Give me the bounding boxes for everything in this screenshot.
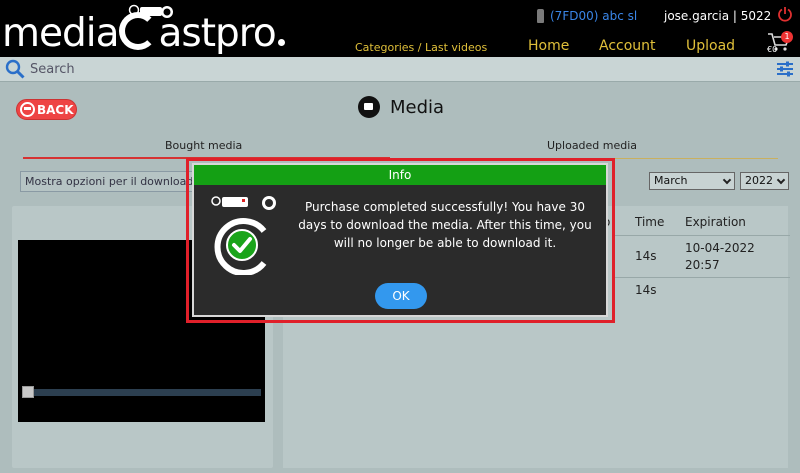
breadcrumb[interactable]: Categories / Last videos bbox=[355, 41, 487, 54]
logo-dot bbox=[277, 39, 285, 46]
month-select[interactable]: March bbox=[649, 172, 735, 190]
logo-text-pre: media bbox=[2, 11, 119, 56]
page-title-text: Media bbox=[390, 96, 445, 118]
column-header-time: Time bbox=[635, 215, 665, 229]
cart-count-badge: 1 bbox=[781, 31, 793, 43]
info-dialog: Info Purchase completed successfully! Yo… bbox=[192, 163, 608, 317]
back-button-label: BACK bbox=[37, 102, 74, 117]
month-select-value: March bbox=[654, 174, 688, 187]
search-input[interactable] bbox=[30, 59, 730, 80]
table-divider bbox=[612, 277, 790, 278]
power-icon[interactable] bbox=[777, 6, 793, 22]
company-name: (7FD00) abc sl bbox=[550, 9, 638, 23]
chevron-down-icon bbox=[776, 175, 786, 185]
ok-button[interactable]: OK bbox=[375, 283, 427, 309]
app-logo[interactable]: media astpro bbox=[2, 10, 285, 58]
column-header-expiration: Expiration bbox=[685, 215, 746, 229]
nav-upload[interactable]: Upload bbox=[686, 38, 735, 54]
year-select[interactable]: 2022 bbox=[740, 172, 789, 190]
table-cell-time: 14s bbox=[635, 283, 657, 297]
dialog-title: Info bbox=[194, 165, 606, 185]
video-progress-handle[interactable] bbox=[22, 386, 34, 398]
logo-text-post: astpro bbox=[158, 11, 276, 56]
search-bar bbox=[0, 57, 800, 82]
video-progress-bar[interactable] bbox=[22, 389, 261, 396]
chevron-down-icon bbox=[722, 175, 732, 185]
tab-uploaded-media[interactable]: Uploaded media bbox=[547, 139, 637, 152]
year-select-value: 2022 bbox=[745, 174, 773, 187]
nav-home[interactable]: Home bbox=[528, 38, 569, 54]
table-cell-expiration-date: 10-04-2022 bbox=[685, 241, 755, 255]
table-divider bbox=[612, 235, 790, 236]
sliders-icon[interactable] bbox=[776, 60, 794, 78]
logo-c-icon bbox=[119, 12, 158, 50]
user-info: jose.garcia | 5022 bbox=[664, 9, 772, 23]
tab-bought-media[interactable]: Bought media bbox=[165, 139, 242, 152]
page-title: Media bbox=[358, 96, 444, 118]
dialog-message: Purchase completed successfully! You hav… bbox=[298, 200, 592, 250]
nav-account[interactable]: Account bbox=[599, 38, 656, 54]
bottle-icon bbox=[537, 9, 544, 23]
company-selector[interactable]: (7FD00) abc sl bbox=[537, 9, 637, 23]
cart-amount: €0 bbox=[767, 45, 778, 54]
back-button[interactable]: BACK bbox=[16, 99, 77, 120]
search-icon[interactable] bbox=[5, 59, 25, 79]
success-logo-icon bbox=[211, 196, 276, 275]
top-header: media astpro (7FD00) abc sl jose.garcia |… bbox=[0, 0, 800, 57]
arrow-left-circle-icon bbox=[20, 102, 35, 117]
table-cell-time: 14s bbox=[635, 249, 657, 263]
table-cell-expiration-time: 20:57 bbox=[685, 258, 720, 272]
camera-icon bbox=[358, 96, 380, 118]
